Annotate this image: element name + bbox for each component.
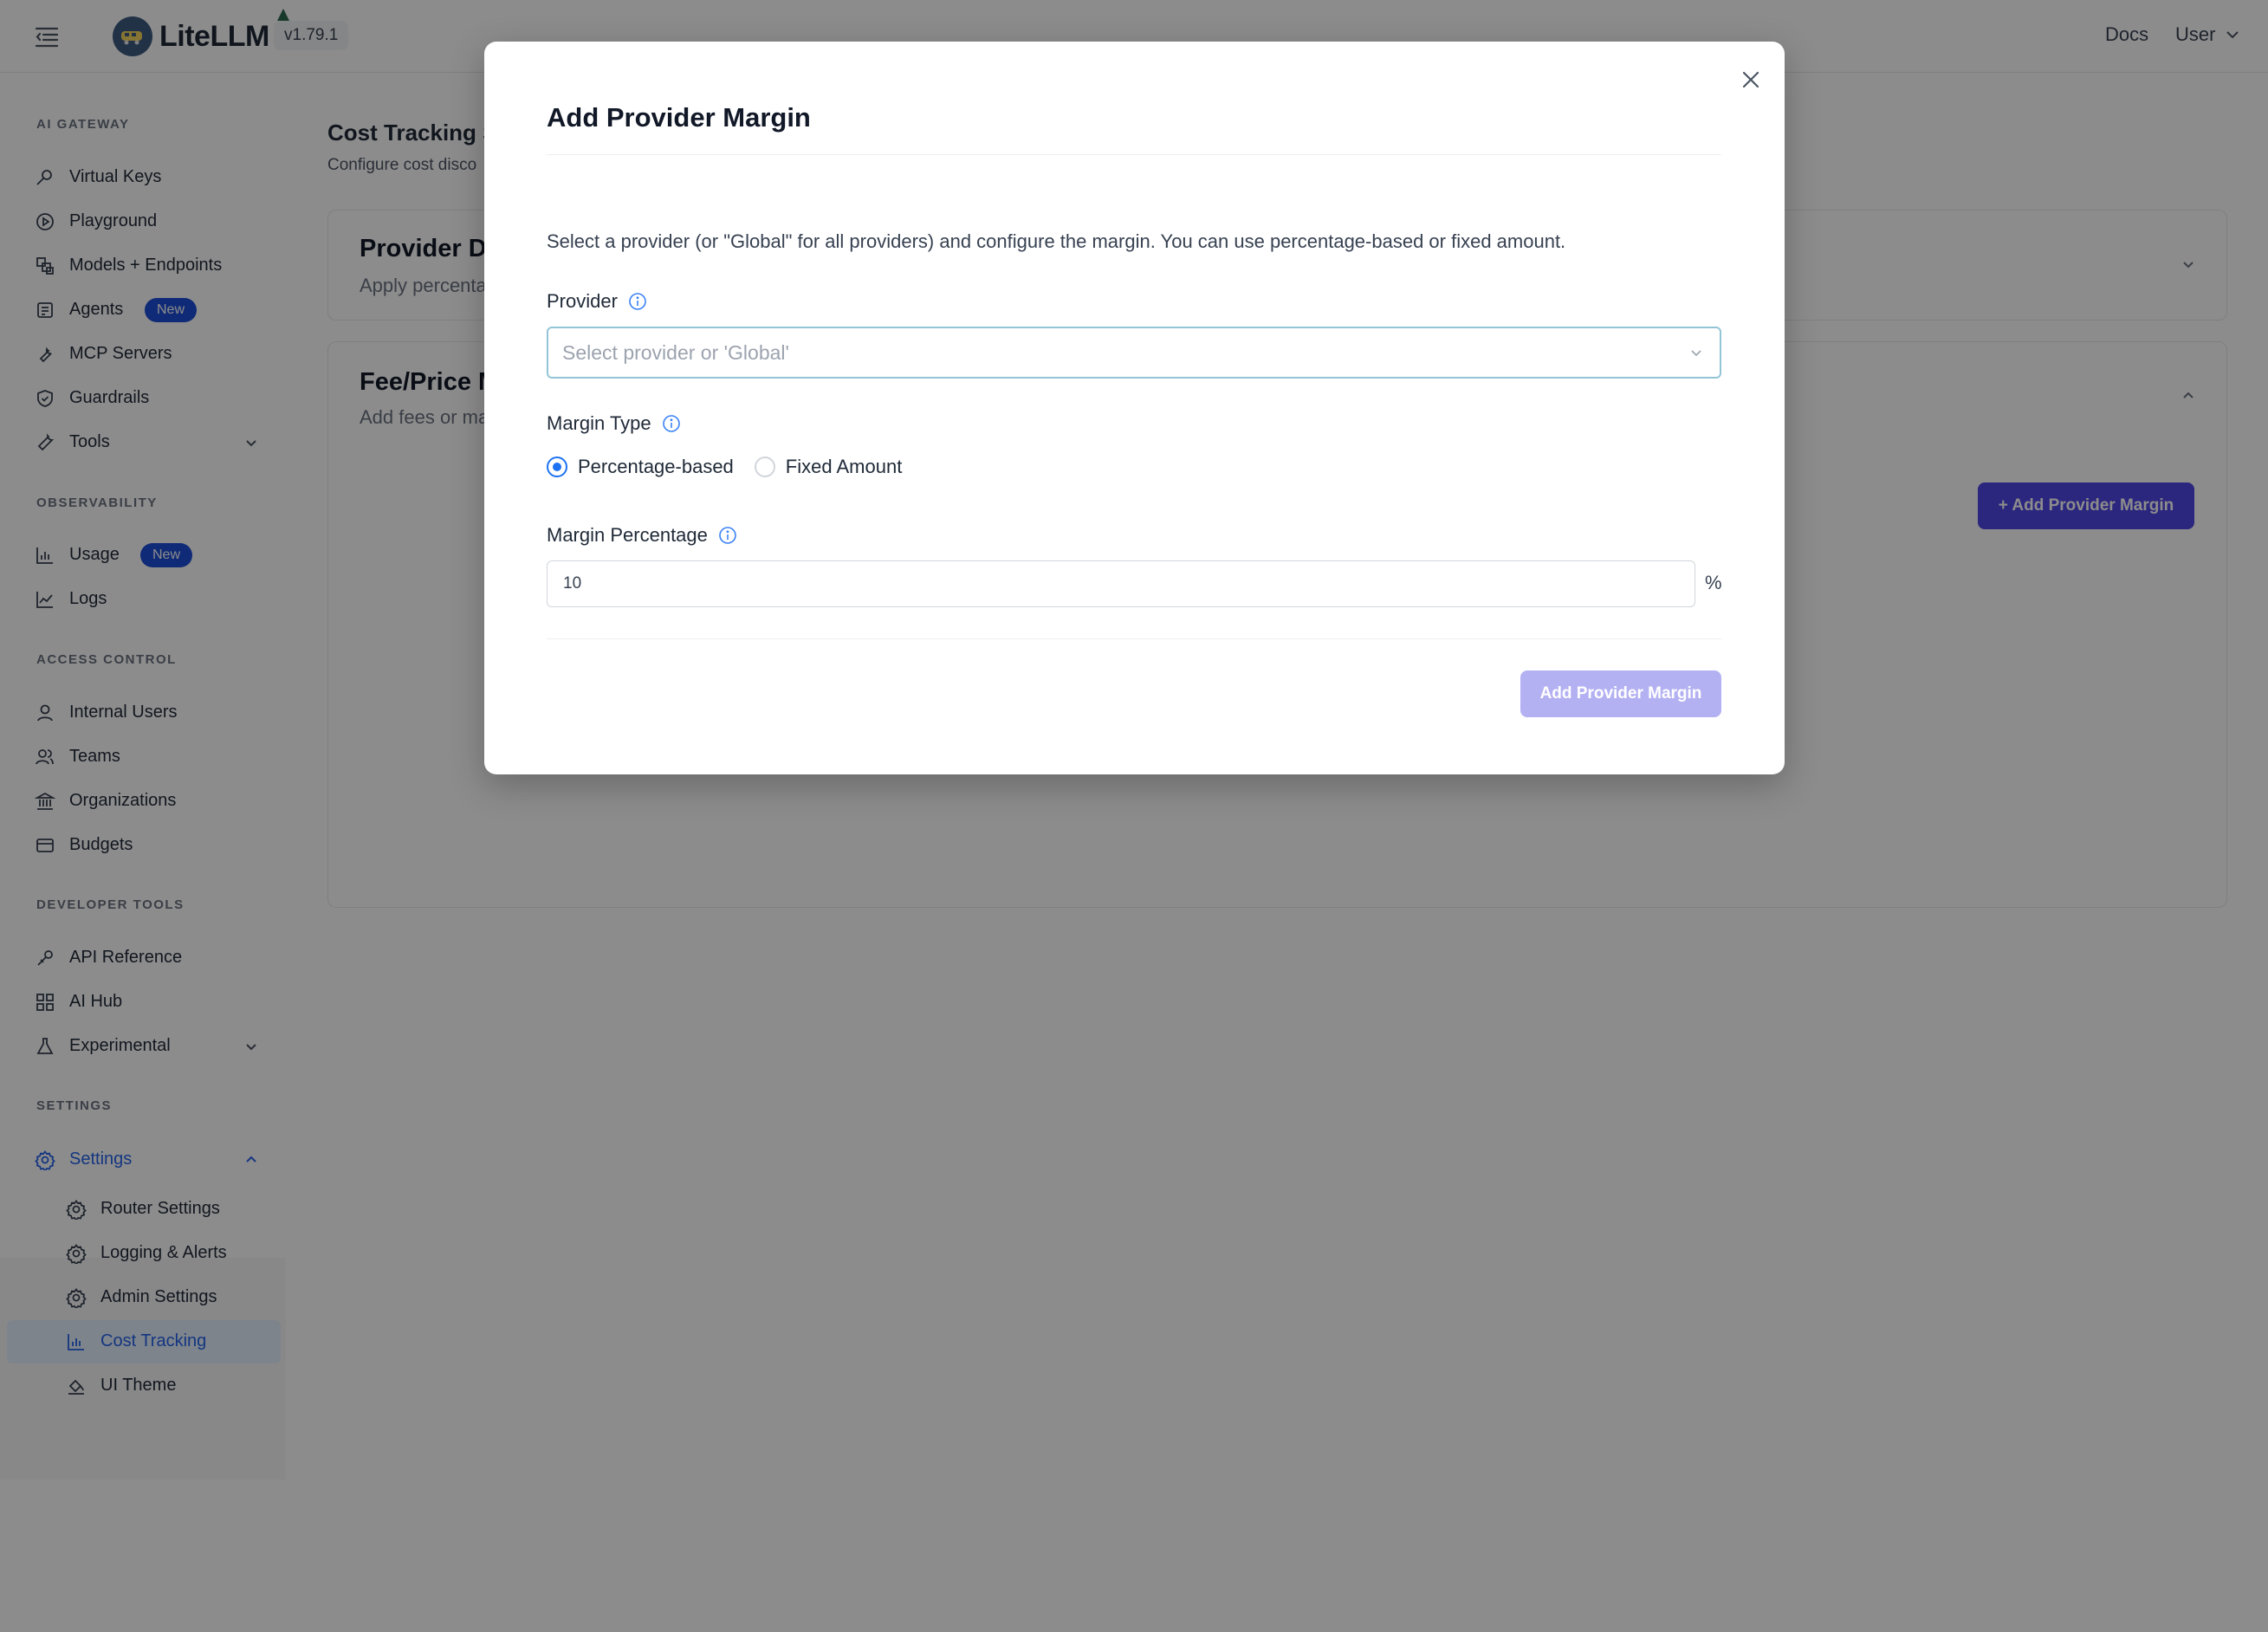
margin-percentage-label: Margin Percentage [547, 524, 737, 547]
percent-suffix: % [1705, 572, 1722, 593]
margin-percentage-input[interactable] [547, 560, 1695, 607]
info-icon[interactable] [718, 526, 737, 545]
add-provider-margin-submit-button[interactable]: Add Provider Margin [1520, 670, 1721, 717]
radio-percentage[interactable] [547, 457, 567, 477]
margin-type-label-text: Margin Type [547, 412, 651, 434]
add-provider-margin-modal: Add Provider Margin Select a provider (o… [484, 42, 1785, 774]
close-icon[interactable] [1737, 66, 1765, 94]
modal-description: Select a provider (or "Global" for all p… [547, 230, 1566, 252]
info-icon[interactable] [662, 414, 681, 433]
margin-percentage-label-text: Margin Percentage [547, 524, 708, 546]
info-icon[interactable] [628, 292, 647, 311]
divider [547, 154, 1721, 155]
provider-label: Provider [547, 290, 647, 313]
radio-percentage-label[interactable]: Percentage-based [578, 456, 734, 478]
chevron-down-icon [1691, 350, 1701, 357]
radio-fixed-amount-label[interactable]: Fixed Amount [786, 456, 903, 478]
divider [547, 638, 1721, 639]
modal-title: Add Provider Margin [547, 102, 811, 133]
provider-select[interactable]: Select provider or 'Global' [547, 327, 1721, 379]
margin-type-radio-group: Percentage-based Fixed Amount [547, 456, 902, 478]
margin-type-label: Margin Type [547, 412, 681, 435]
provider-placeholder: Select provider or 'Global' [562, 341, 789, 364]
radio-fixed-amount[interactable] [754, 457, 775, 477]
provider-label-text: Provider [547, 290, 618, 312]
